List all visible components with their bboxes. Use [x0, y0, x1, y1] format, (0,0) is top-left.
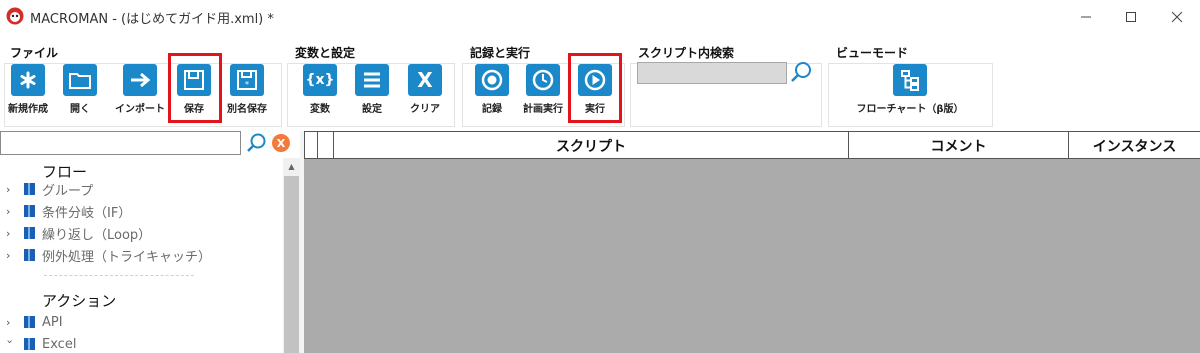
- book-icon: [24, 205, 35, 217]
- scheduled-run-button-label: 計画実行: [523, 104, 563, 115]
- import-button[interactable]: インポート: [112, 64, 168, 116]
- chevron-right-icon[interactable]: ›: [6, 316, 16, 329]
- book-icon: [24, 183, 35, 195]
- flowchart-icon: [893, 64, 927, 96]
- close-button[interactable]: [1154, 0, 1200, 34]
- minimize-icon: [1081, 16, 1091, 18]
- variables-button-label: 変数: [310, 104, 330, 115]
- record-button-label: 記録: [482, 104, 502, 115]
- x-letter-icon: X: [408, 64, 442, 96]
- column-header-script[interactable]: スクリプト: [333, 132, 848, 159]
- group-title-view-mode: ビューモード: [836, 46, 909, 60]
- script-grid[interactable]: スクリプト コメント インスタンス: [304, 131, 1200, 353]
- arrow-right-icon: [123, 64, 157, 96]
- clear-button[interactable]: X クリア: [401, 64, 449, 116]
- settings-button-label: 設定: [362, 104, 382, 115]
- chevron-right-icon[interactable]: ›: [6, 205, 16, 218]
- tree-scrollbar[interactable]: ▲: [283, 158, 300, 353]
- search-icon[interactable]: [245, 132, 267, 154]
- maximize-button[interactable]: [1108, 0, 1154, 34]
- flowchart-view-label: フローチャート（β版）: [856, 104, 964, 115]
- column-header-row-indicator[interactable]: [304, 132, 317, 159]
- tree-divider: [44, 275, 194, 276]
- action-search-input[interactable]: [0, 131, 241, 155]
- group-title-record-run: 記録と実行: [470, 46, 531, 60]
- import-button-label: インポート: [115, 104, 165, 115]
- tree-item-excel[interactable]: › Excel: [0, 334, 283, 353]
- column-header-marker[interactable]: [317, 132, 333, 159]
- tree-item-label: グループ: [42, 183, 94, 199]
- group-title-variables: 変数と設定: [295, 46, 356, 60]
- flowchart-view-button[interactable]: フローチャート（β版）: [850, 64, 970, 116]
- svg-text:*: *: [245, 80, 249, 89]
- run-button-highlight: [568, 53, 622, 123]
- scheduled-run-button[interactable]: 計画実行: [516, 64, 570, 116]
- tree-item-label: API: [42, 314, 63, 330]
- column-header-comment[interactable]: コメント: [848, 132, 1068, 159]
- folder-icon: [63, 64, 97, 96]
- chevron-down-icon[interactable]: ›: [4, 339, 17, 349]
- floppy-disk-star-icon: *: [230, 64, 264, 96]
- book-icon: [24, 316, 35, 328]
- new-button[interactable]: 新規作成: [4, 64, 52, 116]
- ribbon: ファイル 変数と設定 記録と実行 スクリプト内検索 ビューモード 新規作成 開く…: [0, 34, 1200, 127]
- tree-item-label: 例外処理（トライキャッチ）: [42, 249, 212, 265]
- column-header-instance[interactable]: インスタンス: [1068, 132, 1200, 159]
- chevron-right-icon[interactable]: ›: [6, 183, 16, 196]
- chevron-right-icon[interactable]: ›: [6, 227, 16, 240]
- clear-search-button[interactable]: X: [272, 134, 290, 152]
- list-icon: [355, 64, 389, 96]
- close-icon: [1171, 11, 1183, 23]
- script-search-input[interactable]: [637, 62, 787, 84]
- book-icon: [24, 249, 35, 261]
- chevron-right-icon[interactable]: ›: [6, 249, 16, 262]
- asterisk-icon: [11, 64, 45, 96]
- tree-item-label: 条件分岐（IF）: [42, 205, 132, 221]
- clock-icon: [526, 64, 560, 96]
- save-button-highlight: [168, 53, 222, 123]
- app-logo-icon: [6, 7, 24, 25]
- new-button-label: 新規作成: [8, 104, 48, 115]
- curly-x-icon: {x}: [303, 64, 337, 96]
- group-title-file: ファイル: [10, 46, 59, 60]
- tree-section-action: アクション: [42, 292, 117, 310]
- tree-item-api[interactable]: › API: [0, 312, 283, 332]
- open-button-label: 開く: [70, 104, 90, 115]
- title-bar: MACROMAN - (はじめてガイド用.xml) *: [0, 0, 1200, 34]
- action-tree: フロー › グループ › 条件分岐（IF） › 繰り返し（Loop） › 例外処…: [0, 158, 283, 353]
- scroll-thumb[interactable]: [284, 176, 299, 353]
- window-title: MACROMAN - (はじめてガイド用.xml) *: [30, 12, 274, 27]
- save-as-button[interactable]: * 別名保存: [222, 64, 272, 116]
- scroll-up-arrow-icon[interactable]: ▲: [283, 158, 300, 175]
- tree-item-loop[interactable]: › 繰り返し（Loop）: [0, 223, 283, 243]
- clear-search-label: X: [276, 136, 286, 150]
- tree-item-if[interactable]: › 条件分岐（IF）: [0, 201, 283, 221]
- record-button[interactable]: 記録: [470, 64, 514, 116]
- variables-button[interactable]: {x} 変数: [297, 64, 343, 116]
- book-icon: [24, 338, 35, 350]
- tree-item-label: 繰り返し（Loop）: [42, 227, 152, 243]
- search-icon[interactable]: [789, 60, 813, 84]
- clear-button-label: クリア: [410, 104, 440, 115]
- maximize-icon: [1126, 12, 1136, 22]
- grid-header: スクリプト コメント インスタンス: [304, 131, 1200, 159]
- book-icon: [24, 227, 35, 239]
- save-as-button-label: 別名保存: [227, 104, 267, 115]
- group-title-script-search: スクリプト内検索: [638, 46, 735, 60]
- minimize-button[interactable]: [1063, 0, 1109, 34]
- tree-item-label: Excel: [42, 336, 77, 352]
- tree-item-group[interactable]: › グループ: [0, 179, 283, 199]
- settings-button[interactable]: 設定: [349, 64, 395, 116]
- open-button[interactable]: 開く: [56, 64, 104, 116]
- record-icon: [475, 64, 509, 96]
- tree-item-try-catch[interactable]: › 例外処理（トライキャッチ）: [0, 245, 283, 265]
